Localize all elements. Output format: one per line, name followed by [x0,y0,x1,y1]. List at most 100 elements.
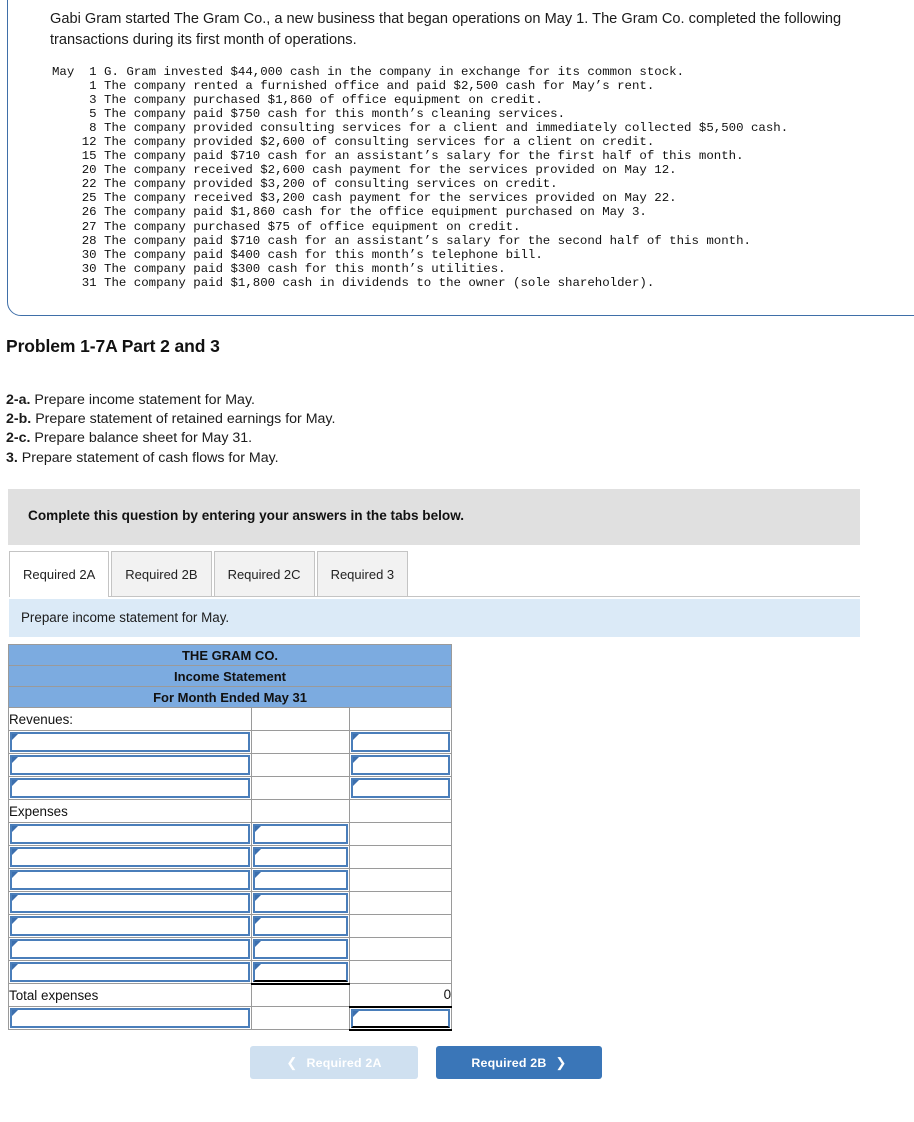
company-name-header: THE GRAM CO. [7,644,453,666]
expense-amount-input[interactable] [251,868,350,892]
expenses-section-label: Expenses [8,799,252,823]
expense-account-input[interactable] [8,960,252,984]
tab-required-2a[interactable]: Required 2A [9,551,110,597]
expense-amount-input[interactable] [251,914,350,938]
empty-cell [348,891,453,915]
income-statement-table: THE GRAM CO. Income Statement For Month … [7,644,453,1031]
expense-amount-input[interactable] [251,891,350,915]
tab-label: Required 3 [330,567,395,582]
requirement-label: 2-a. [6,392,31,408]
requirement-item: 2-b. Prepare statement of retained earni… [6,410,335,429]
empty-cell [348,914,453,938]
revenue-account-input[interactable] [8,730,252,754]
navigation-bar: ❮ Required 2A Required 2B ❯ [250,1046,602,1079]
tab-bar: Required 2A Required 2B Required 2C Requ… [9,551,410,597]
empty-cell [348,960,453,984]
table-row-revenues-label: Revenues: [8,707,453,731]
prompt-text: Prepare income statement for May. [21,610,230,625]
table-row [8,845,453,869]
table-row [8,960,453,985]
revenue-amount-input[interactable] [348,730,453,754]
requirement-item: 2-c. Prepare balance sheet for May 31. [6,429,335,448]
statement-period-header: For Month Ended May 31 [7,686,453,708]
net-income-amount-input[interactable] [348,1005,453,1031]
table-row [8,730,453,754]
expense-account-input[interactable] [8,891,252,915]
prompt-bar: Prepare income statement for May. [9,599,860,637]
expense-account-input[interactable] [8,822,252,846]
empty-cell [251,799,350,823]
tab-label: Required 2C [227,567,301,582]
next-required-button[interactable]: Required 2B ❯ [436,1046,602,1079]
empty-cell [348,799,453,823]
expense-amount-input[interactable] [251,845,350,869]
requirement-label: 2-c. [6,430,31,447]
chevron-left-icon: ❮ [286,1054,298,1070]
table-row-total-expenses: Total expenses 0 [8,982,453,1007]
previous-required-button[interactable]: ❮ Required 2A [250,1046,418,1079]
table-row [8,753,453,777]
requirement-item: 3. Prepare statement of cash flows for M… [6,449,335,468]
page-title: Problem 1-7A Part 2 and 3 [6,336,220,356]
empty-cell [251,776,350,800]
requirement-text: Prepare statement of cash flows for May. [21,449,279,466]
expense-amount-input[interactable] [251,937,350,961]
empty-cell [348,868,453,892]
chevron-right-icon: ❯ [555,1054,567,1070]
empty-cell [348,937,453,961]
revenue-amount-input[interactable] [348,753,453,777]
empty-cell [251,753,350,777]
table-row-expenses-label: Expenses [8,799,453,823]
empty-cell [251,707,350,731]
expense-account-input[interactable] [8,914,252,938]
revenue-account-input[interactable] [8,776,252,800]
transactions-panel: Gabi Gram started The Gram Co., a new bu… [7,0,914,316]
table-row [8,937,453,961]
tab-label: Required 2A [23,567,96,582]
transactions-intro-text: Gabi Gram started The Gram Co., a new bu… [50,11,842,48]
table-header-row: THE GRAM CO. [7,644,453,666]
tab-required-2b[interactable]: Required 2B [111,551,212,597]
requirement-text: Prepare statement of retained earnings f… [35,411,336,428]
empty-cell [251,730,350,754]
requirement-label: 3. [6,449,18,466]
tab-required-2c[interactable]: Required 2C [213,551,315,597]
requirement-item: 2-a. Prepare income statement for May. [6,391,335,410]
requirement-text: Prepare balance sheet for May 31. [34,430,253,447]
table-row [8,1005,453,1031]
expense-account-input[interactable] [8,937,252,961]
empty-cell [348,707,453,731]
next-button-label: Required 2B [471,1055,547,1070]
expense-amount-input[interactable] [251,822,350,846]
requirement-text: Prepare income statement for May. [34,392,255,408]
transactions-ledger-text: May 1 G. Gram invested $44,000 cash in t… [52,65,789,290]
table-row [8,914,453,938]
empty-cell [348,845,453,869]
table-row [8,868,453,892]
revenue-amount-input[interactable] [348,776,453,800]
previous-button-label: Required 2A [306,1055,382,1070]
net-income-label-input[interactable] [8,1006,252,1030]
revenues-section-label: Revenues: [8,707,252,731]
expense-account-input[interactable] [8,845,252,869]
total-expenses-label: Total expenses [8,983,252,1007]
requirements-list: 2-a. Prepare income statement for May. 2… [6,391,335,468]
tab-underline [9,596,860,597]
instruction-bar: Complete this question by entering your … [8,489,860,545]
tab-required-3[interactable]: Required 3 [316,551,409,597]
table-header-row: Income Statement [7,665,453,687]
requirement-label: 2-b. [6,411,32,428]
tab-label: Required 2B [125,567,198,582]
expense-amount-input[interactable] [251,960,350,985]
table-row [8,776,453,800]
table-header-row: For Month Ended May 31 [7,686,453,708]
revenue-account-input[interactable] [8,753,252,777]
total-expenses-value: 0 [348,983,453,1007]
empty-cell [251,1006,350,1030]
statement-title-header: Income Statement [7,665,453,687]
table-row [8,891,453,915]
instruction-text: Complete this question by entering your … [28,508,465,523]
empty-cell [348,822,453,846]
expense-account-input[interactable] [8,868,252,892]
empty-cell [251,982,350,1007]
